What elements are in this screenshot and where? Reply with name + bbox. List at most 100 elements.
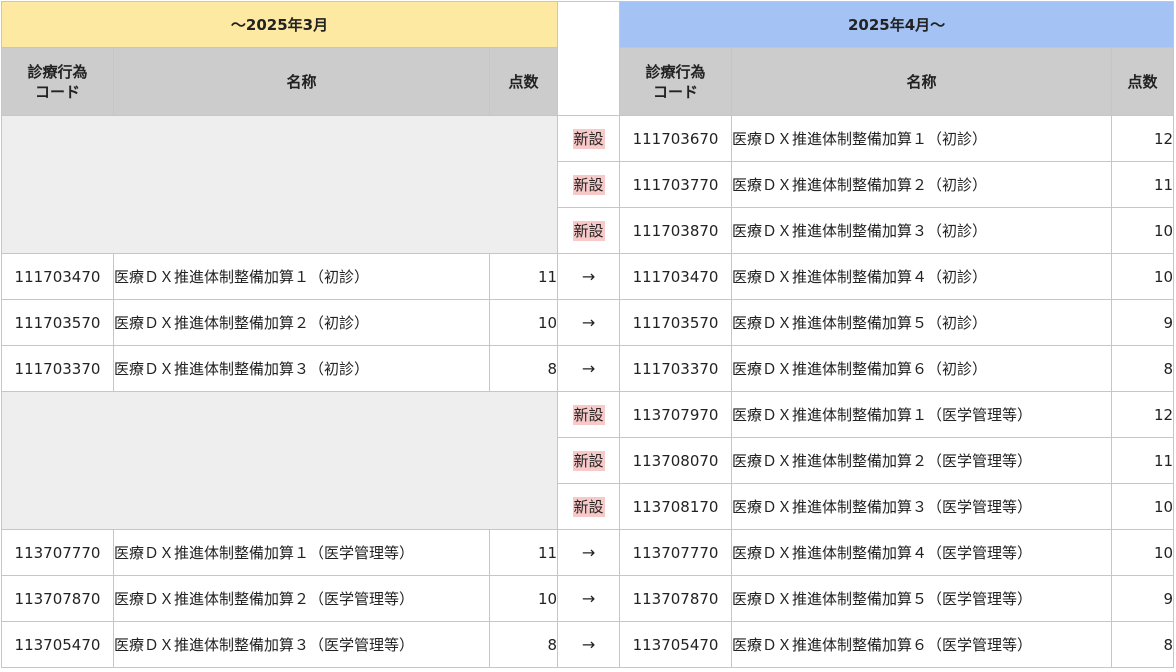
old-points: 10 <box>488 575 559 622</box>
new-code: 111703670 <box>619 115 733 162</box>
new-code: 111703470 <box>619 253 733 300</box>
change-mark: → <box>557 621 621 668</box>
new-points: 8 <box>1111 621 1175 668</box>
old-code: 113707870 <box>1 575 114 622</box>
old-points-column-header: 点数 <box>488 47 559 116</box>
new-points: 11 <box>1111 437 1175 484</box>
old-period-header: ～2025年3月 <box>0 1 559 48</box>
old-code: 111703570 <box>1 299 114 346</box>
new-points: 12 <box>1111 115 1175 162</box>
new-name: 医療ＤＸ推進体制整備加算３（医学管理等） <box>731 483 1113 530</box>
old-code: 113705470 <box>1 621 114 668</box>
arrow-right-icon: → <box>581 543 596 562</box>
new-mark: 新設 <box>557 483 621 530</box>
table-row: 新設 111703670 医療ＤＸ推進体制整備加算１（初診） 12 <box>0 115 1175 254</box>
old-points: 8 <box>488 621 559 668</box>
new-code: 111703570 <box>619 299 733 346</box>
new-code: 111703770 <box>619 161 733 208</box>
old-code-column-header: 診療行為 コード <box>1 47 114 116</box>
new-points: 10 <box>1111 253 1175 300</box>
old-points: 11 <box>488 253 559 300</box>
code-header-line1: 診療行為 <box>27 62 88 81</box>
new-mark: 新設 <box>557 437 621 484</box>
new-name: 医療ＤＸ推進体制整備加算６（初診） <box>731 345 1113 392</box>
old-code: 113707770 <box>1 529 114 576</box>
old-code: 111703470 <box>1 253 114 300</box>
new-name: 医療ＤＸ推進体制整備加算６（医学管理等） <box>731 621 1113 668</box>
new-points-column-header: 点数 <box>1111 47 1175 116</box>
table-row: 113707770 医療ＤＸ推進体制整備加算１（医学管理等） 11 → 1137… <box>1 529 1175 576</box>
new-code: 113705470 <box>619 621 733 668</box>
new-badge: 新設 <box>572 221 605 241</box>
code-header-line2: コード <box>653 82 699 101</box>
new-code: 113707970 <box>619 391 733 438</box>
new-badge: 新設 <box>572 129 605 149</box>
new-points: 10 <box>1111 207 1175 254</box>
new-mark: 新設 <box>557 161 621 208</box>
new-points: 12 <box>1111 391 1175 438</box>
old-name-column-header: 名称 <box>113 47 490 116</box>
old-name: 医療ＤＸ推進体制整備加算３（初診） <box>113 345 490 392</box>
new-name: 医療ＤＸ推進体制整備加算１（医学管理等） <box>731 391 1113 438</box>
new-name: 医療ＤＸ推進体制整備加算１（初診） <box>731 115 1113 162</box>
new-mark: 新設 <box>557 115 621 162</box>
new-code: 111703870 <box>619 207 733 254</box>
new-badge: 新設 <box>572 497 605 517</box>
change-mark: → <box>557 529 621 576</box>
arrow-right-icon: → <box>581 589 596 608</box>
table-row: 111703370 医療ＤＸ推進体制整備加算３（初診） 8 → 11170337… <box>1 345 1175 392</box>
new-badge: 新設 <box>572 175 605 195</box>
old-name: 医療ＤＸ推進体制整備加算１（医学管理等） <box>113 529 490 576</box>
change-mark: → <box>557 575 621 622</box>
old-points: 10 <box>488 299 559 346</box>
new-code: 113708170 <box>619 483 733 530</box>
old-name: 医療ＤＸ推進体制整備加算２（初診） <box>113 299 490 346</box>
arrow-right-icon: → <box>581 267 596 286</box>
table-row: 111703570 医療ＤＸ推進体制整備加算２（初診） 10 → 1117035… <box>1 299 1175 346</box>
new-code-column-header: 診療行為 コード <box>619 47 733 116</box>
new-points: 9 <box>1111 575 1175 622</box>
new-points: 11 <box>1111 161 1175 208</box>
new-code: 113707870 <box>619 575 733 622</box>
code-header-line1: 診療行為 <box>645 62 706 81</box>
new-period-header: 2025年4月～ <box>619 1 1175 48</box>
empty-old-block <box>0 115 559 254</box>
old-code: 111703370 <box>1 345 114 392</box>
new-name: 医療ＤＸ推進体制整備加算４（医学管理等） <box>731 529 1113 576</box>
new-points: 8 <box>1111 345 1175 392</box>
new-code: 111703370 <box>619 345 733 392</box>
table-row: 新設 113707970 医療ＤＸ推進体制整備加算１（医学管理等） 12 <box>0 391 1175 530</box>
old-points: 11 <box>488 529 559 576</box>
arrow-right-icon: → <box>581 313 596 332</box>
new-points: 10 <box>1111 529 1175 576</box>
new-name: 医療ＤＸ推進体制整備加算５（初診） <box>731 299 1113 346</box>
new-name: 医療ＤＸ推進体制整備加算２（初診） <box>731 161 1113 208</box>
new-code: 113707770 <box>619 529 733 576</box>
new-mark: 新設 <box>557 391 621 438</box>
change-mark: → <box>557 253 621 300</box>
new-name: 医療ＤＸ推進体制整備加算３（初診） <box>731 207 1113 254</box>
new-mark: 新設 <box>557 207 621 254</box>
old-name: 医療ＤＸ推進体制整備加算３（医学管理等） <box>113 621 490 668</box>
new-code: 113708070 <box>619 437 733 484</box>
new-badge: 新設 <box>572 405 605 425</box>
arrow-right-icon: → <box>581 635 596 654</box>
change-mark: → <box>557 299 621 346</box>
table-row: 111703470 医療ＤＸ推進体制整備加算１（初診） 11 → 1117034… <box>1 253 1175 300</box>
new-name: 医療ＤＸ推進体制整備加算５（医学管理等） <box>731 575 1113 622</box>
old-points: 8 <box>488 345 559 392</box>
table-row: 113707870 医療ＤＸ推進体制整備加算２（医学管理等） 10 → 1137… <box>1 575 1175 622</box>
comparison-table: ～2025年3月 2025年4月～ 診療行為 コード 名称 点数 診療行為 コー… <box>0 1 1175 668</box>
arrow-right-icon: → <box>581 359 596 378</box>
old-name: 医療ＤＸ推進体制整備加算１（初診） <box>113 253 490 300</box>
new-name: 医療ＤＸ推進体制整備加算２（医学管理等） <box>731 437 1113 484</box>
new-points: 10 <box>1111 483 1175 530</box>
header-gap <box>557 1 621 116</box>
old-name: 医療ＤＸ推進体制整備加算２（医学管理等） <box>113 575 490 622</box>
table-row: 113705470 医療ＤＸ推進体制整備加算３（医学管理等） 8 → 11370… <box>1 621 1175 668</box>
new-points: 9 <box>1111 299 1175 346</box>
new-badge: 新設 <box>572 451 605 471</box>
change-mark: → <box>557 345 621 392</box>
empty-old-block <box>0 391 559 530</box>
new-name-column-header: 名称 <box>731 47 1113 116</box>
